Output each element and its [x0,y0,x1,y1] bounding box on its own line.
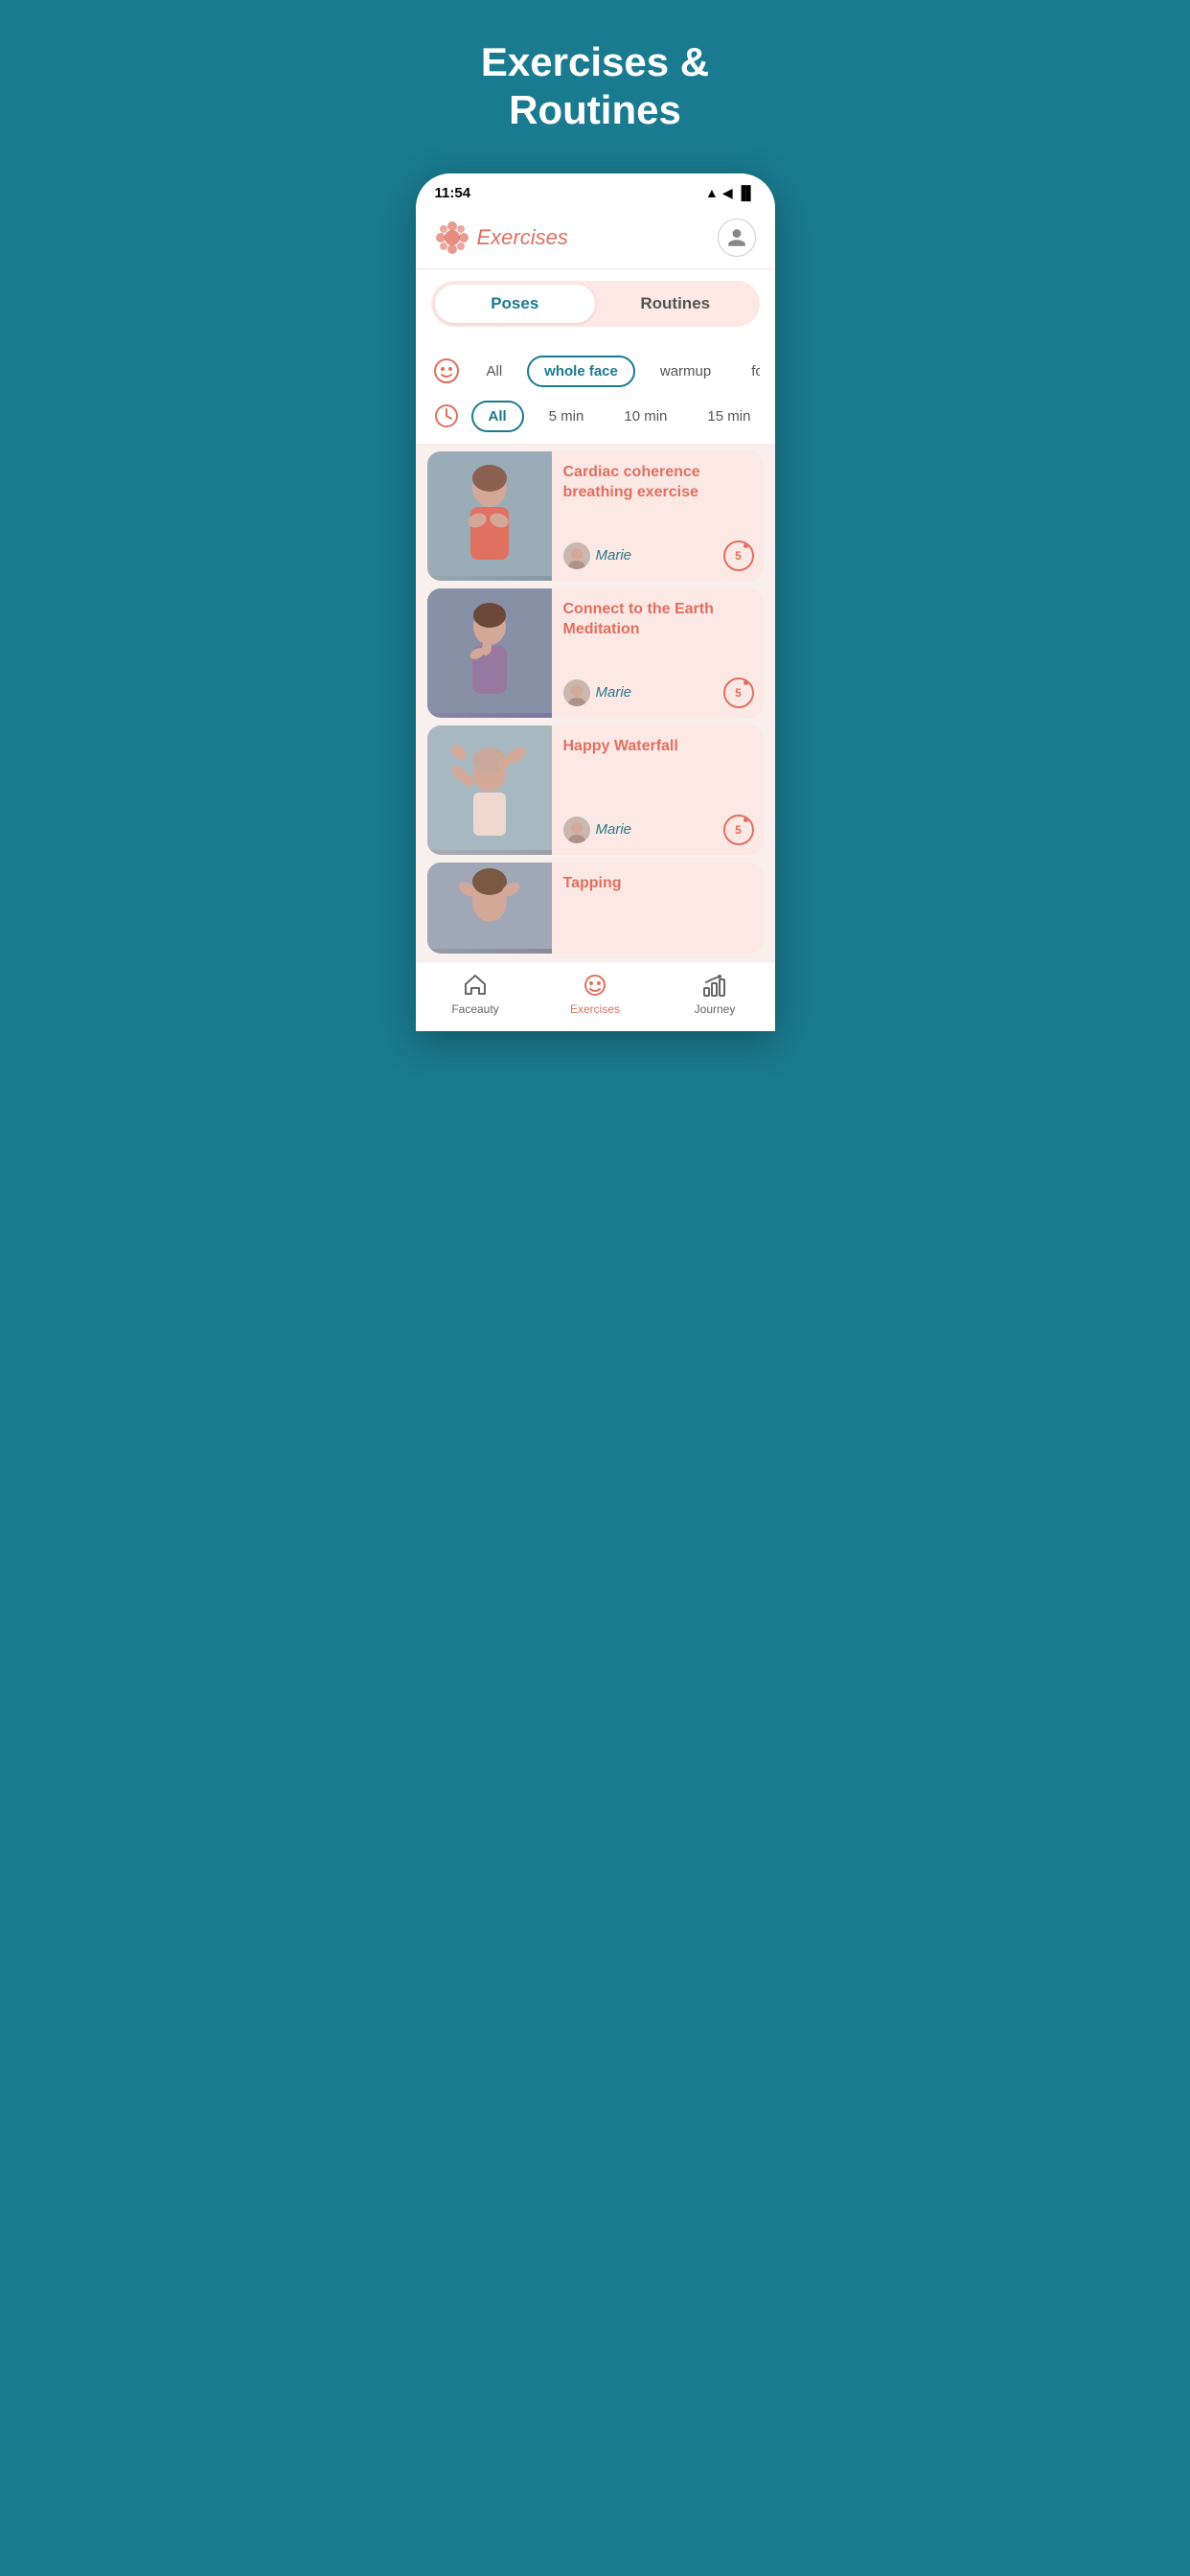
exercise-name: Cardiac coherence breathing exercise [563,463,754,503]
face-filter-icon [431,356,462,386]
status-icons: ▲ ◀ ▐▌ [705,185,755,201]
time-filter-5[interactable]: 5 min [534,402,600,430]
outer-wrapper: Exercises &Routines 11:54 ▲ ◀ ▐▌ [397,0,793,1031]
exercise-info: Tapping [552,862,764,954]
nav-faceauty[interactable]: Faceauty [416,972,536,1016]
exercise-info: Happy Waterfall Marie [552,725,764,855]
bottom-nav: Faceauty Exercises [416,961,775,1031]
tab-routines[interactable]: Routines [595,285,756,323]
time-filter-row: All 5 min 10 min 15 min [431,395,760,444]
nav-label-exercises: Exercises [570,1002,620,1016]
header-left: Exercises [435,220,568,255]
instructor-name: Marie [596,684,632,701]
exercise-thumbnail [427,862,552,954]
filter-whole-face[interactable]: whole face [527,356,635,387]
home-icon [462,972,489,999]
tab-switcher: Poses Routines [416,269,775,338]
instructor-name: Marie [596,547,632,564]
phone-frame: 11:54 ▲ ◀ ▐▌ E [416,173,775,1031]
face-filter-row: All whole face warmup forehead [431,348,760,395]
profile-button[interactable] [718,218,756,257]
exercise-meta: Marie 5 [563,678,754,708]
wifi-icon: ▲ [705,185,719,200]
duration-text: 5 [735,549,742,563]
timer-badge: 5 [723,678,754,708]
instructor-avatar [563,542,590,569]
exercise-list: Cardiac coherence breathing exercise Mar… [416,444,775,961]
filter-forehead[interactable]: forehead [736,357,759,385]
exercise-card[interactable]: Cardiac coherence breathing exercise Mar… [427,451,764,581]
nav-journey[interactable]: Journey [655,972,775,1016]
timer-badge: 5 [723,815,754,845]
instructor-name: Marie [596,821,632,838]
exercise-name: Connect to the Earth Meditation [563,600,754,640]
duration-text: 5 [735,686,742,700]
nav-label-journey: Journey [695,1002,736,1016]
exercise-card[interactable]: Tapping [427,862,764,954]
time-filter-15[interactable]: 15 min [692,402,766,430]
app-logo-icon [435,220,469,255]
time-filter-all[interactable]: All [471,401,524,432]
clock-filter-icon [431,401,462,431]
tab-row: Poses Routines [431,281,760,327]
status-bar: 11:54 ▲ ◀ ▐▌ [416,173,775,209]
exercises-icon [582,972,608,999]
exercise-name: Happy Waterfall [563,737,754,757]
instructor-avatar [563,679,590,706]
nav-exercises[interactable]: Exercises [536,972,655,1016]
filter-section: All whole face warmup forehead All 5 min… [416,338,775,444]
instructor-avatar [563,816,590,843]
signal-icon: ◀ [722,185,733,201]
journey-icon [701,972,728,999]
timer-dot [744,543,748,548]
exercise-info: Cardiac coherence breathing exercise Mar… [552,451,764,581]
nav-label-faceauty: Faceauty [451,1002,498,1016]
exercise-thumbnail [427,725,552,855]
timer-dot [744,817,748,822]
hero-title: Exercises &Routines [481,38,709,135]
timer-dot [744,680,748,685]
instructor-row: Marie [563,816,632,843]
exercise-thumbnail [427,588,552,718]
filter-all[interactable]: All [471,357,518,385]
time-filter-10[interactable]: 10 min [608,402,682,430]
person-icon [726,227,747,248]
exercise-thumbnail [427,451,552,581]
instructor-row: Marie [563,542,632,569]
app-title: Exercises [477,225,568,250]
timer-badge: 5 [723,540,754,571]
status-time: 11:54 [435,185,471,201]
exercise-meta: Marie 5 [563,815,754,845]
instructor-row: Marie [563,679,632,706]
exercise-info: Connect to the Earth Meditation Marie [552,588,764,718]
battery-icon: ▐▌ [737,185,756,200]
exercise-card[interactable]: Connect to the Earth Meditation Marie [427,588,764,718]
app-header: Exercises [416,209,775,269]
duration-text: 5 [735,823,742,837]
exercise-meta: Marie 5 [563,540,754,571]
exercise-card[interactable]: Happy Waterfall Marie [427,725,764,855]
filter-warmup[interactable]: warmup [645,357,726,385]
tab-poses[interactable]: Poses [435,285,596,323]
exercise-name: Tapping [563,874,754,894]
